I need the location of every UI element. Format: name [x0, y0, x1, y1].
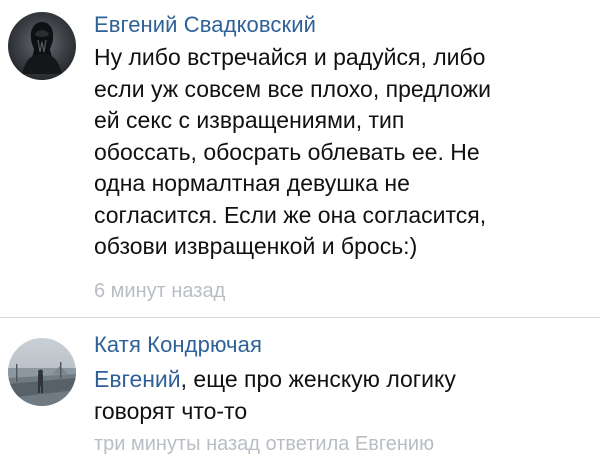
- author-name[interactable]: Катя Кондрючая: [94, 332, 262, 358]
- comment-line-rest: , еще про женскую логику: [180, 366, 456, 392]
- comment-line: Ну либо встречайся и радуйся, либо: [94, 44, 486, 70]
- avatar[interactable]: [8, 12, 76, 80]
- comment-time: 6 минут назад: [94, 280, 226, 302]
- comment-text: Ну либо встречайся и радуйся, либо если …: [94, 42, 588, 263]
- mention-link[interactable]: Евгений: [94, 366, 181, 392]
- avatar[interactable]: [8, 338, 76, 406]
- comment-text: Евгений, еще про женскую логику говорят …: [94, 364, 588, 427]
- comment-line: одна нормалтная девушка не: [94, 170, 410, 196]
- author-name[interactable]: Евгений Свадковский: [94, 12, 316, 38]
- comment-line: обоссать, обосрать облевать ее. Не: [94, 138, 480, 165]
- comment-line: Евгений, еще про женскую логику: [94, 364, 588, 396]
- comment-line: ей секс с извращениями, тип: [94, 107, 405, 133]
- photo-avatar-icon: [8, 338, 76, 406]
- comment-line: согласится. Если же она согласится,: [94, 201, 487, 228]
- comment-line: обзови извращенкой и брось:): [94, 233, 418, 259]
- comment-line: говорят что-то: [94, 397, 248, 424]
- comment: Катя Кондрючая Евгений, еще про женскую …: [0, 318, 600, 469]
- dark-figure-avatar-icon: [8, 12, 76, 80]
- comment-line: если уж совсем все плохо, предложи: [94, 75, 492, 102]
- comment: Евгений Свадковский Ну либо встречайся и…: [0, 0, 600, 318]
- comment-time: три минуты назад ответила Евгению: [94, 433, 435, 455]
